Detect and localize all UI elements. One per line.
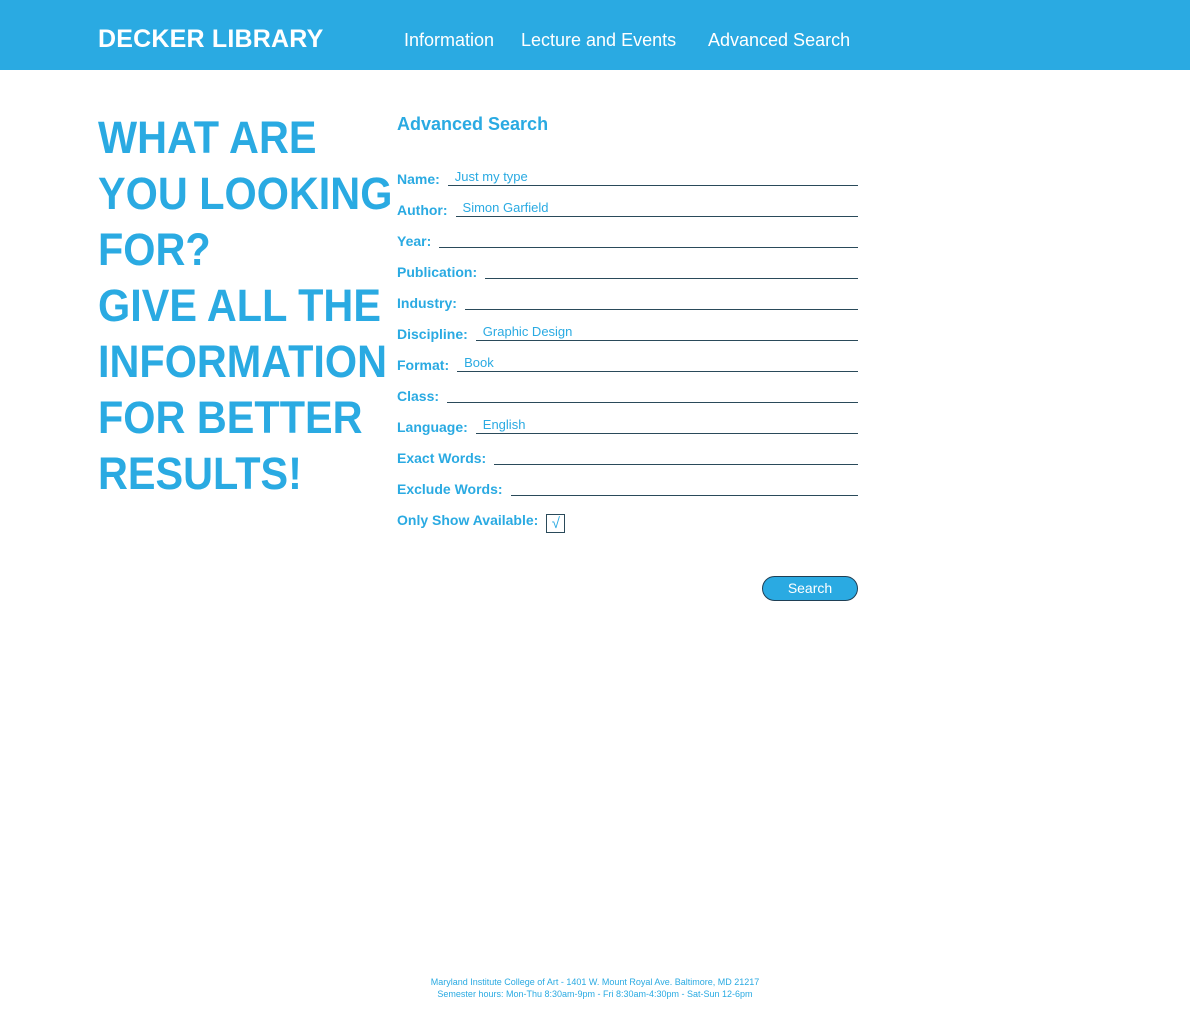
format-label: Format: bbox=[397, 357, 450, 373]
language-label: Language: bbox=[397, 419, 468, 435]
headline-line: INFORMATION bbox=[98, 336, 387, 387]
name-label: Name: bbox=[397, 171, 440, 187]
footer-hours: Semester hours: Mon-Thu 8:30am-9pm - Fri… bbox=[437, 989, 753, 999]
language-input[interactable] bbox=[475, 415, 858, 434]
exclude-words-label: Exclude Words: bbox=[397, 481, 503, 497]
discipline-input[interactable] bbox=[475, 322, 858, 341]
headline-line: YOU LOOKING bbox=[98, 168, 393, 219]
site-logo[interactable]: DECKER LIBRARY bbox=[98, 24, 324, 54]
only-available-checkbox[interactable]: √ bbox=[546, 514, 566, 533]
format-field-row: Format: bbox=[397, 352, 858, 374]
footer: Maryland Institute College of Art - 1401… bbox=[0, 976, 1190, 1000]
author-field-row: Author: bbox=[397, 197, 858, 219]
discipline-field-row: Discipline: bbox=[397, 321, 858, 343]
industry-field-row: Industry: bbox=[397, 290, 858, 312]
exact-words-input[interactable] bbox=[494, 446, 858, 465]
language-field-row: Language: bbox=[397, 414, 858, 436]
top-navigation-bar: DECKER LIBRARY Information Lecture and E… bbox=[0, 0, 1190, 70]
class-label: Class: bbox=[397, 388, 440, 404]
author-label: Author: bbox=[397, 202, 448, 218]
only-available-label: Only Show Available: bbox=[397, 512, 539, 528]
nav-lecture-and-events[interactable]: Lecture and Events bbox=[521, 29, 676, 51]
industry-input[interactable] bbox=[464, 291, 858, 310]
only-available-row: Only Show Available: √ bbox=[397, 507, 858, 533]
year-label: Year: bbox=[397, 233, 432, 249]
publication-field-row: Publication: bbox=[397, 259, 858, 281]
class-input[interactable] bbox=[447, 384, 858, 403]
publication-input[interactable] bbox=[485, 260, 858, 279]
checkmark-icon: √ bbox=[551, 515, 560, 532]
headline-line: GIVE ALL THE bbox=[98, 280, 381, 331]
headline-line: WHAT ARE bbox=[98, 112, 317, 163]
exact-words-label: Exact Words: bbox=[397, 450, 487, 466]
exact-words-field-row: Exact Words: bbox=[397, 445, 858, 467]
nav-advanced-search[interactable]: Advanced Search bbox=[708, 29, 850, 51]
form-title: Advanced Search bbox=[397, 114, 549, 134]
footer-address: Maryland Institute College of Art - 1401… bbox=[430, 977, 760, 987]
exclude-words-input[interactable] bbox=[510, 477, 858, 496]
year-input[interactable] bbox=[439, 229, 858, 248]
format-input[interactable] bbox=[457, 353, 858, 372]
industry-label: Industry: bbox=[397, 295, 457, 311]
name-field-row: Name: bbox=[397, 166, 858, 188]
name-input[interactable] bbox=[447, 167, 858, 186]
exclude-words-field-row: Exclude Words: bbox=[397, 476, 858, 498]
headline-line: FOR? bbox=[98, 224, 211, 275]
author-input[interactable] bbox=[455, 198, 858, 217]
publication-label: Publication: bbox=[397, 264, 478, 280]
headline: WHAT ARE YOU LOOKING FOR? GIVE ALL THE I… bbox=[98, 110, 393, 502]
nav-information[interactable]: Information bbox=[404, 29, 494, 51]
year-field-row: Year: bbox=[397, 228, 858, 250]
headline-line: FOR BETTER bbox=[98, 392, 363, 443]
headline-line: RESULTS! bbox=[98, 448, 302, 499]
discipline-label: Discipline: bbox=[397, 326, 468, 342]
search-button[interactable]: Search bbox=[762, 576, 858, 601]
class-field-row: Class: bbox=[397, 383, 858, 405]
